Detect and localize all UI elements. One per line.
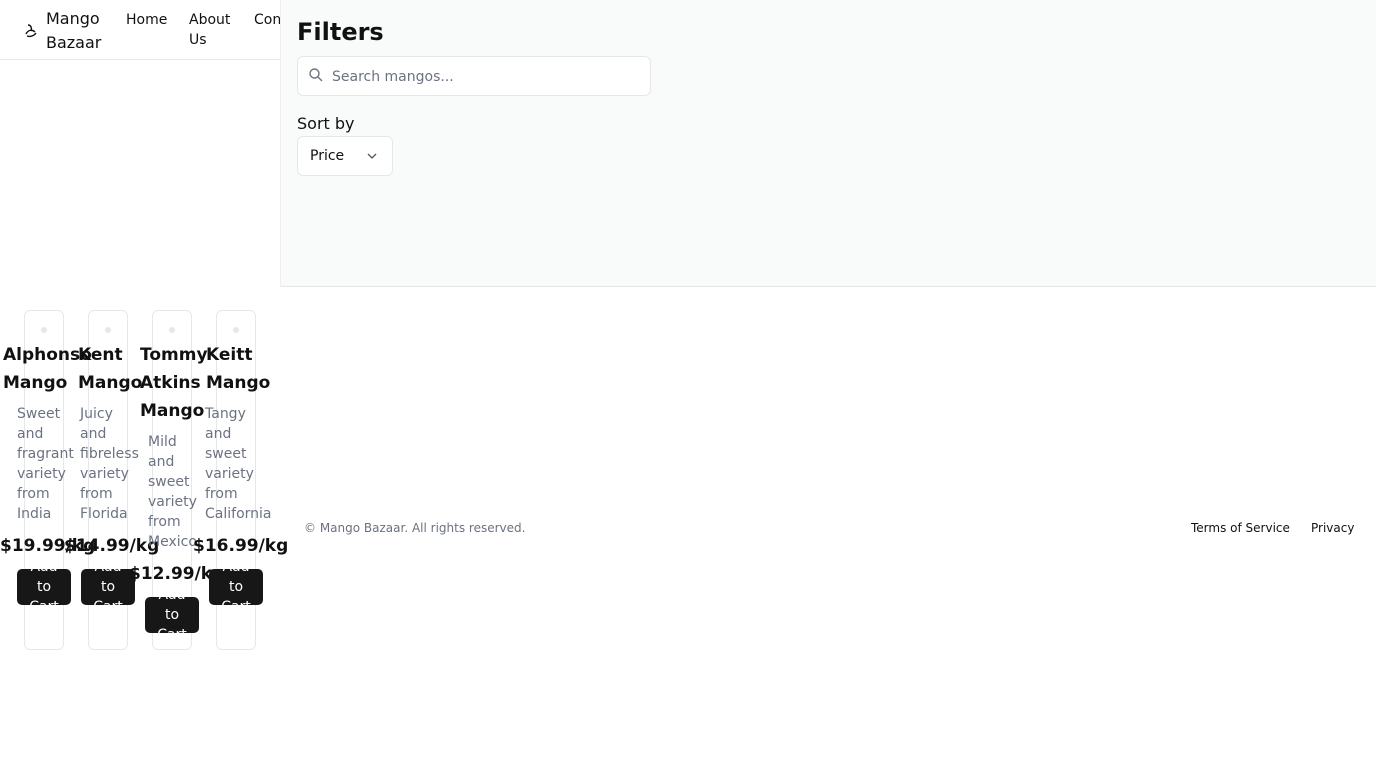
product-image-placeholder <box>169 327 175 333</box>
product-description: Sweet and fragrant variety from India <box>17 406 74 522</box>
product-description: Tangy and sweet variety from California <box>205 406 272 522</box>
product-description: Mild and sweet variety from Mexico <box>148 434 197 550</box>
add-to-cart-button[interactable]: Add to Cart <box>81 569 135 605</box>
add-to-cart-label: Add to Cart <box>221 569 251 605</box>
product-name: Keitt Mango <box>206 345 271 393</box>
search-icon <box>309 68 323 82</box>
product-image-placeholder <box>233 327 239 333</box>
add-to-cart-button[interactable]: Add to Cart <box>145 597 199 633</box>
chevron-down-icon <box>367 153 377 159</box>
search-input[interactable] <box>330 65 634 89</box>
product-name: Tommy Atkins Mango <box>140 345 208 421</box>
nav-about-link[interactable]: About Us <box>189 10 239 50</box>
add-to-cart-label: Add to Cart <box>29 569 59 605</box>
terms-of-service-link[interactable]: Terms of Service <box>1191 519 1290 537</box>
mango-icon <box>25 24 37 38</box>
filters-panel: Filters Sort by Price <box>280 0 1376 287</box>
privacy-link[interactable]: Privacy <box>1311 519 1354 537</box>
product-description: Juicy and fibreless variety from Florida <box>80 406 139 522</box>
product-image-placeholder <box>41 327 47 333</box>
nav-home-link[interactable]: Home <box>126 10 167 30</box>
product-price: $14.99/kg <box>64 536 160 556</box>
footer-copyright: © Mango Bazaar. All rights reserved. <box>304 521 526 535</box>
sort-selected-value: Price <box>310 148 345 164</box>
add-to-cart-label: Add to Cart <box>93 569 123 605</box>
product-price: $16.99/kg <box>193 536 289 556</box>
add-to-cart-button[interactable]: Add to Cart <box>17 569 71 605</box>
filters-title: Filters <box>297 18 384 46</box>
sort-select[interactable]: Price <box>297 136 393 176</box>
search-box[interactable] <box>297 56 651 96</box>
add-to-cart-button[interactable]: Add to Cart <box>209 569 263 605</box>
site-header: Mango Bazaar Home About Us Contact <box>0 0 308 60</box>
product-name: Kent Mango <box>78 345 143 393</box>
product-image-placeholder <box>105 327 111 333</box>
brand-name[interactable]: Mango Bazaar <box>46 7 116 55</box>
add-to-cart-label: Add to Cart <box>157 597 187 633</box>
sort-label: Sort by <box>297 114 355 133</box>
